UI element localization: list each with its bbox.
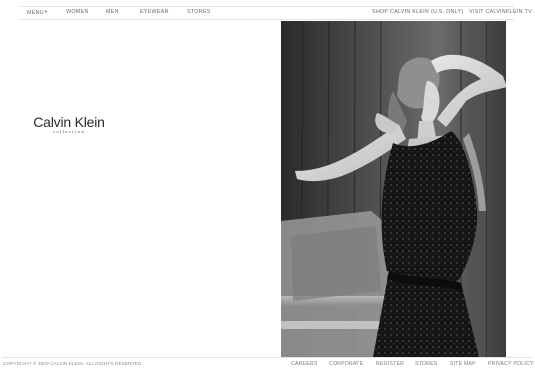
hero-campaign-image[interactable] [281, 21, 506, 357]
nav-item-stores[interactable]: STORES [187, 9, 211, 15]
footer-link-corporate[interactable]: CORPORATE [329, 361, 363, 367]
chevron-down-icon: ▾ [44, 9, 48, 14]
footer: COPYRIGHT © 2009 CALVIN KLEIN. ALL RIGHT… [2, 357, 533, 369]
top-navigation: MENU▾ WOMEN MEN EYEWEAR STORES SHOP CALV… [20, 6, 532, 20]
calvin-klein-logo[interactable]: Calvin Klein collection [29, 115, 109, 134]
brand-panel: Calvin Klein collection [2, 21, 281, 357]
hero-photo [281, 21, 506, 357]
footer-link-site-map[interactable]: SITE MAP [450, 361, 476, 367]
nav-item-eyewear[interactable]: EYEWEAR [140, 9, 169, 15]
footer-link-privacy-policy[interactable]: PRIVACY POLICY [488, 361, 534, 367]
logo-wordmark: Calvin Klein [33, 114, 105, 130]
footer-link-register[interactable]: REGISTER [376, 361, 404, 367]
visit-calvinklein-tv-link[interactable]: VISIT CALVINKLEIN.TV [469, 9, 532, 15]
nav-item-men[interactable]: MEN [106, 9, 119, 15]
footer-link-careers[interactable]: CAREERS [291, 361, 317, 367]
footer-link-stores[interactable]: STORES [415, 361, 437, 367]
menu-button[interactable]: MENU▾ [27, 9, 47, 16]
nav-item-women[interactable]: WOMEN [66, 9, 89, 15]
copyright-text: COPYRIGHT © 2009 CALVIN KLEIN. ALL RIGHT… [3, 361, 142, 366]
menu-label: MENU [27, 10, 44, 16]
shop-calvin-klein-link[interactable]: SHOP CALVIN KLEIN (U.S. ONLY) [372, 9, 463, 15]
